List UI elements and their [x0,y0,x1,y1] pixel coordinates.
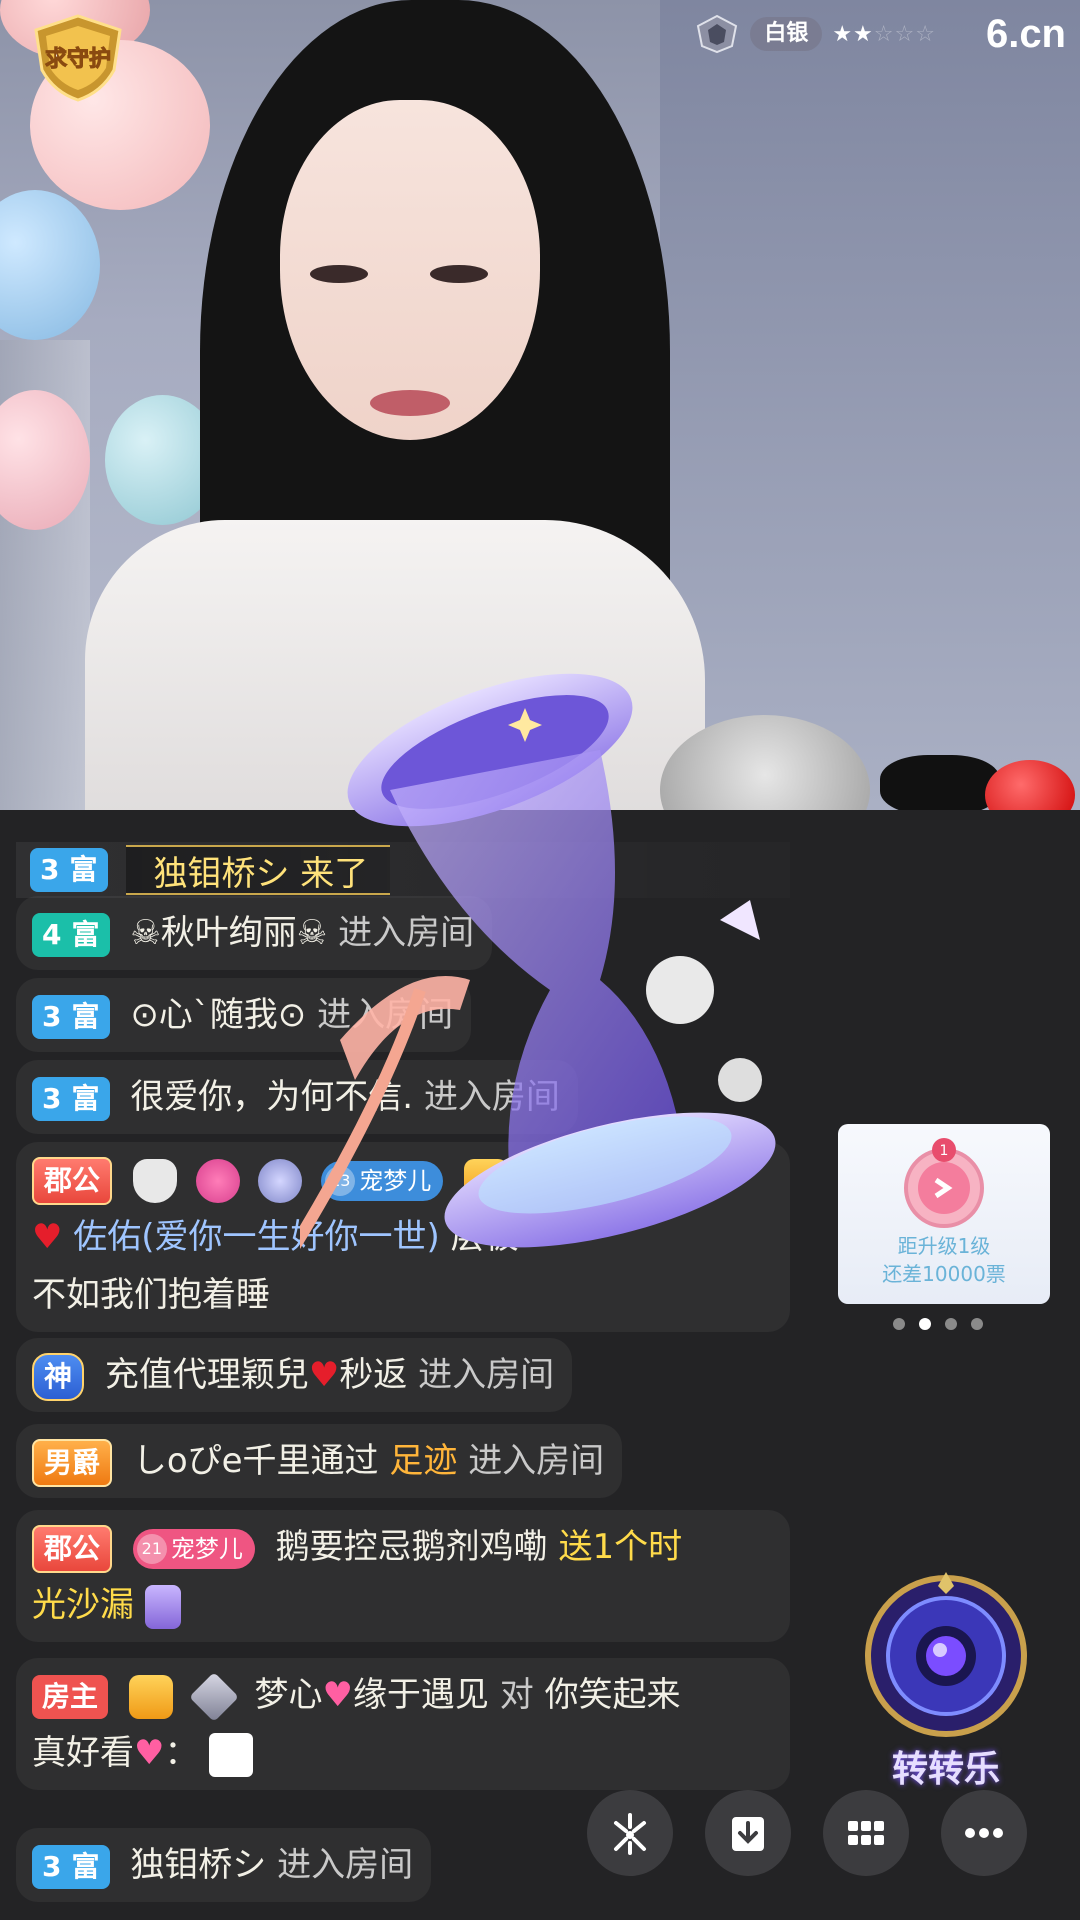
anchor-rank[interactable]: 白银 ★★☆☆☆ 6.cn [694,11,1066,56]
chat-message: 郡公 13 宠梦儿 ♥ 佐佑(爱你一生好你一世) 层被 不如我们抱着睡 [16,1142,790,1332]
download-icon [732,1817,764,1851]
enter-text: 进入房间 [418,1355,555,1395]
user-name[interactable]: 充值代理颖兒 [105,1355,309,1395]
user-name-tail: 缘于遇见 [352,1675,489,1715]
diamond-rank-icon [188,1671,239,1722]
chat-message: 神 充值代理颖兒♥秒返 进入房间 [16,1338,573,1412]
rich-level-badge: 3富 [30,848,108,892]
heart-medal-icon [195,1158,240,1203]
rich-level-badge: 3富 [32,994,110,1039]
chat-text: 真好看 [32,1733,134,1773]
balloon [0,190,100,340]
more-button[interactable] [941,1790,1027,1876]
rank-label: 白银 [750,17,823,51]
rank-emblem-icon [697,14,738,54]
pager-dot[interactable] [893,1318,905,1330]
more-dots-icon [965,1828,1003,1838]
arrival-banner: 3富 独钼桥シ 来了 [16,842,790,898]
site-logo: 6.cn [985,11,1066,56]
anchor-level-card[interactable]: 1 距升级1级 还差10000票 [838,1124,1050,1304]
host-badge: 房主 [32,1674,109,1719]
streamer-body [85,520,705,810]
enter-text: 进入房间 [317,995,454,1035]
gift-text: 光沙漏 [32,1585,134,1625]
menu-grid-button[interactable] [823,1790,909,1876]
gem-medal-icon [258,1158,303,1203]
level-progress-value: 还差10000票 [882,1262,1006,1286]
rich-level-badge: 3富 [32,1076,110,1121]
enter-text: 进入房间 [423,1077,560,1117]
arrival-text: 独钼桥シ 来了 [125,845,391,895]
hourglass-gift-icon [144,1584,181,1629]
noble-badge: 神 [32,1352,85,1401]
download-button[interactable] [705,1790,791,1876]
heart-icon: ♥ [308,1355,340,1395]
share-icon [614,1813,646,1855]
verb-text: 对 [499,1675,534,1715]
fan-club-badge: 13 宠梦儿 [321,1160,444,1201]
fan-club-badge: 21 宠梦儿 [132,1528,255,1569]
user-name[interactable]: 独钼桥シ [130,1845,266,1885]
user-name-tail: 秒返 [339,1355,408,1395]
user-name[interactable]: ⊙心`随我⊙ [130,995,306,1035]
lucky-wheel-icon [865,1572,1027,1737]
guard-shield-icon [132,1158,177,1203]
footprint-link[interactable]: 足迹 [389,1441,457,1481]
shield-icon: 求守护 [34,14,122,102]
heart-icon: ♥ [322,1675,353,1715]
enter-text: 进入房间 [468,1441,605,1481]
noble-badge: 郡公 [32,1156,113,1205]
share-button[interactable] [587,1790,673,1876]
user-name[interactable]: 很爱你，为何不信. [130,1077,413,1117]
user-name[interactable]: ☠秋叶绚丽☠ [130,913,327,953]
guard-badge[interactable]: 求守护 [30,14,126,102]
guard-badge-label: 求守护 [45,46,111,72]
noble-badge: 男爵 [32,1438,113,1487]
rank-stars: ★★☆☆☆ [832,21,936,47]
streamer-eye [310,265,368,283]
pager-dot[interactable] [945,1318,957,1330]
treasure-icon [128,1674,173,1719]
lucky-wheel-button[interactable]: 转转乐 [858,1568,1034,1790]
chat-message: 3富 独钼桥シ 进入房间 [16,1828,432,1902]
chat-text: 你笑起来 [544,1675,681,1715]
gift-text: 送1个时 [558,1527,683,1567]
level-progress-title: 距升级1级 [897,1234,991,1258]
chat-punct: ： [164,1733,199,1773]
user-name[interactable]: 梦心 [254,1675,322,1715]
chat-message: 郡公 21 宠梦儿 鹅要控忌鹅剂鸡嘞 送1个时 光沙漏 [16,1510,790,1642]
enter-text: 进入房间 [277,1845,414,1885]
heart-icon: ♥ [32,1217,63,1257]
rich-level-badge: 4富 [32,912,110,957]
streamer-lips [370,390,450,416]
background-wall [660,0,1080,810]
chat-message: 4富 ☠秋叶绚丽☠ 进入房间 [16,896,493,970]
chat-message: 3富 ⊙心`随我⊙ 进入房间 [16,978,472,1052]
svg-text:1: 1 [940,1143,949,1159]
chat-message: 3富 很爱你，为何不信. 进入房间 [16,1060,578,1134]
chat-message: 男爵 しoぴe千里通过 足迹 进入房间 [16,1424,623,1498]
chat-text: 层被 [450,1217,519,1257]
grid-icon [848,1821,884,1845]
user-name[interactable]: 鹅要控忌鹅剂鸡嘞 [276,1527,548,1567]
pager-dot[interactable] [971,1318,983,1330]
chat-text: 不如我们抱着睡 [32,1275,270,1315]
card-pager[interactable] [893,1318,983,1330]
lucky-wheel-label: 转转乐 [891,1749,1000,1790]
live-video[interactable]: 求守护 白银 ★★☆☆☆ 6.cn [0,0,1080,810]
vip-card-icon [464,1158,509,1203]
level-medal-icon: 1 [896,1136,992,1232]
noble-badge: 郡公 [32,1524,113,1573]
user-name[interactable]: しoぴe千里通过 [133,1441,379,1481]
rich-level-badge: 3富 [32,1844,110,1889]
equipment [880,755,1000,810]
streamer-eye [430,265,488,283]
heart-arrow-icon: ♥ [134,1733,165,1773]
enter-text: 进入房间 [338,913,475,953]
pager-dot-active[interactable] [919,1318,931,1330]
sticker-icon [209,1732,254,1777]
user-name[interactable]: 佐佑(爱你一生好你一世) [73,1217,440,1257]
chat-message: 房主 梦心♥缘于遇见 对 你笑起来 真好看♥： [16,1658,790,1790]
